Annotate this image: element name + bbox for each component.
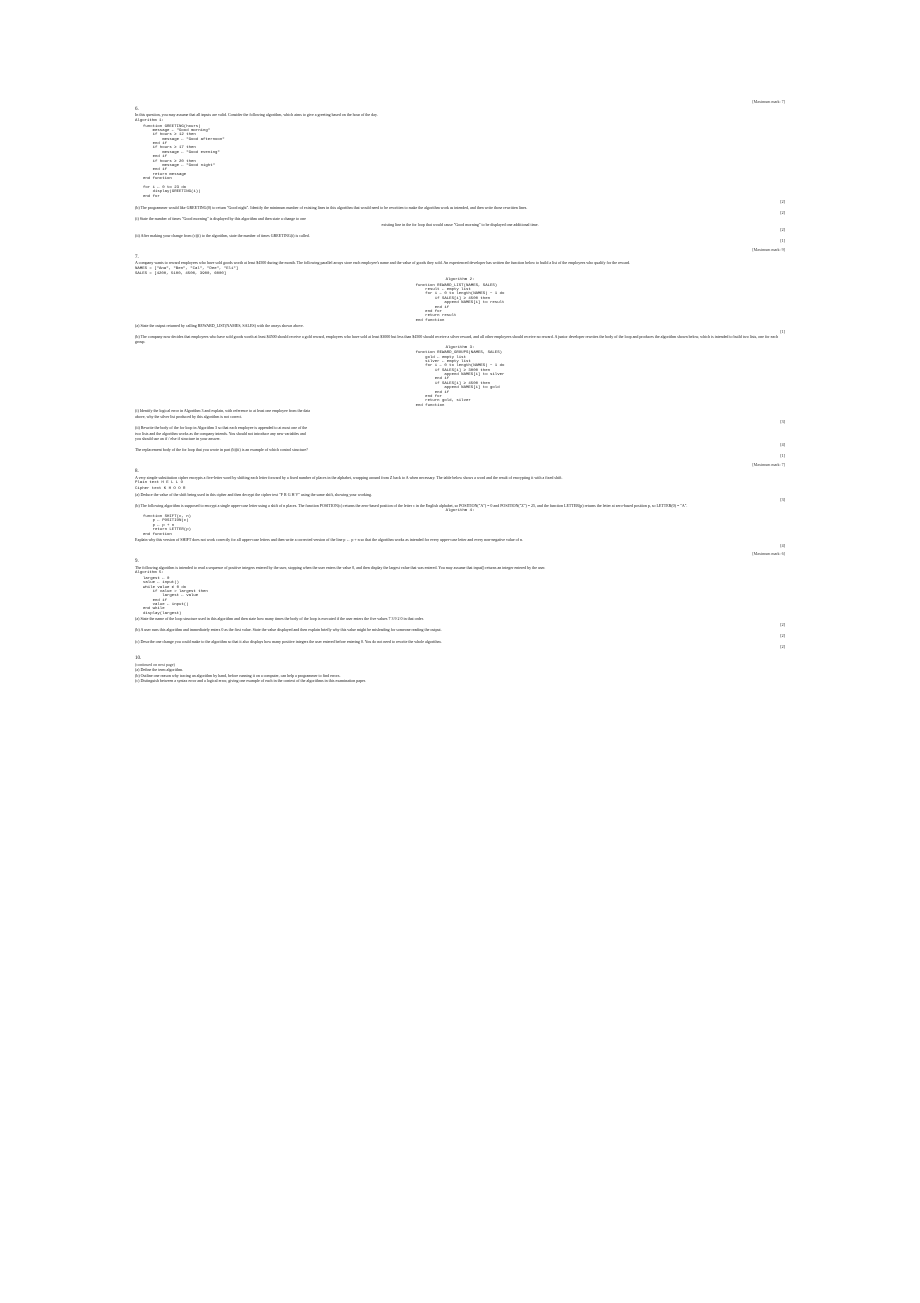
q7-c-marks: [1] [135, 454, 785, 459]
q9-c: (c) Describe one change you could make t… [135, 640, 785, 645]
q8-algo4-title: Algorithm 4: [135, 509, 785, 514]
q7-algo2-title: Algorithm 2: [135, 278, 785, 283]
q9-max-mark: [Maximum mark: 6] [135, 552, 785, 557]
question-8: [Maximum mark: 7] 8. A very simple subst… [135, 463, 785, 549]
q8-b-intro: (b) The following algorithm is supposed … [135, 504, 785, 509]
q6-c-ii-marks: [1] [135, 239, 785, 244]
q8-intro: A very simple substitution cipher encryp… [135, 476, 785, 481]
q6-max-mark: [Maximum mark: 7] [135, 100, 785, 105]
q9-c-marks: [2] [135, 645, 785, 650]
q9-algo5-title: Algorithm 5: [135, 571, 785, 576]
q8-b-q: Explain why this version of SHIFT does n… [135, 538, 785, 543]
q7-intro: A company wants to reward employees who … [135, 261, 785, 266]
q6-part-b: (b) The programmer would like GREETING(0… [135, 206, 785, 211]
q10-cont: (continued on next page) [135, 663, 785, 668]
q7-sales: SALES = [4200, 5100, 4500, 3900, 6000] [135, 272, 785, 277]
q7-names: NAMES = ["Ana", "Ben", "Cal", "Dee", "El… [135, 267, 785, 272]
exam-page: [Maximum mark: 7] 6. In this question, y… [0, 0, 920, 684]
q9-a: (a) State the name of the loop structure… [135, 617, 785, 622]
q7-max-mark: [Maximum mark: 9] [135, 248, 785, 253]
q9-code: largest ← 0 value ← input() while value … [143, 577, 785, 617]
q6-intro: In this question, you may assume that al… [135, 113, 785, 118]
q6-algo-title: Algorithm 1: [135, 119, 785, 124]
q8-b-marks: [4] [135, 544, 785, 549]
q7-b-ii-l1: (ii) Rewrite the body of the for loop in… [135, 426, 785, 431]
q7-a: (a) State the output returned by calling… [135, 324, 785, 329]
q10-c: (c) Distinguish between a syntax error a… [135, 679, 785, 684]
q7-b-ii-l2: two lists and the algorithm works as the… [135, 432, 785, 437]
q7-b-i-l2: above, why the silver list produced by t… [135, 415, 785, 420]
q7-code: function REWARD_LIST(NAMES, SALES) resul… [416, 284, 505, 324]
q6-c-i-line2: existing line in the for loop that would… [135, 223, 785, 228]
q7-b-ii-l3: you should use an if / else if structure… [135, 437, 785, 442]
q10-number: 10. [135, 656, 785, 662]
q8-a: (a) Deduce the value of the shift being … [135, 493, 785, 498]
q8-table2: Cipher text K H O O R [135, 487, 785, 492]
question-10: 10. (continued on next page) (a) Define … [135, 656, 785, 684]
question-9: [Maximum mark: 6] 9. The following algor… [135, 552, 785, 650]
q8-code: function SHIFT(c, n) p ← POSITION(c) p ←… [143, 515, 785, 537]
q9-number: 9. [135, 559, 785, 565]
q6-code: function GREETING(hours) message ← "Good… [143, 125, 785, 200]
q8-table1: Plain text H E L L O [135, 481, 785, 486]
q7-b-intro: (b) The company now decides that employe… [135, 335, 785, 344]
q7-c: The replacement body of the for loop tha… [135, 448, 785, 453]
q7-code3: function REWARD_GROUPS(NAMES, SALES) gol… [416, 351, 505, 408]
q9-b: (b) A user runs this algorithm and immed… [135, 628, 785, 633]
q8-max-mark: [Maximum mark: 7] [135, 463, 785, 468]
q9-intro: The following algorithm is intended to r… [135, 566, 785, 571]
q6-c-ii: (ii) After making your change from (c)(i… [135, 234, 785, 239]
q9-b-marks: [2] [135, 634, 785, 639]
question-7: [Maximum mark: 9] 7. A company wants to … [135, 248, 785, 459]
question-6: [Maximum mark: 7] 6. In this question, y… [135, 100, 785, 244]
q7-algo3-title: Algorithm 3: [135, 346, 785, 351]
q6-c-i-line1: (i) State the number of times "Good morn… [135, 217, 785, 222]
